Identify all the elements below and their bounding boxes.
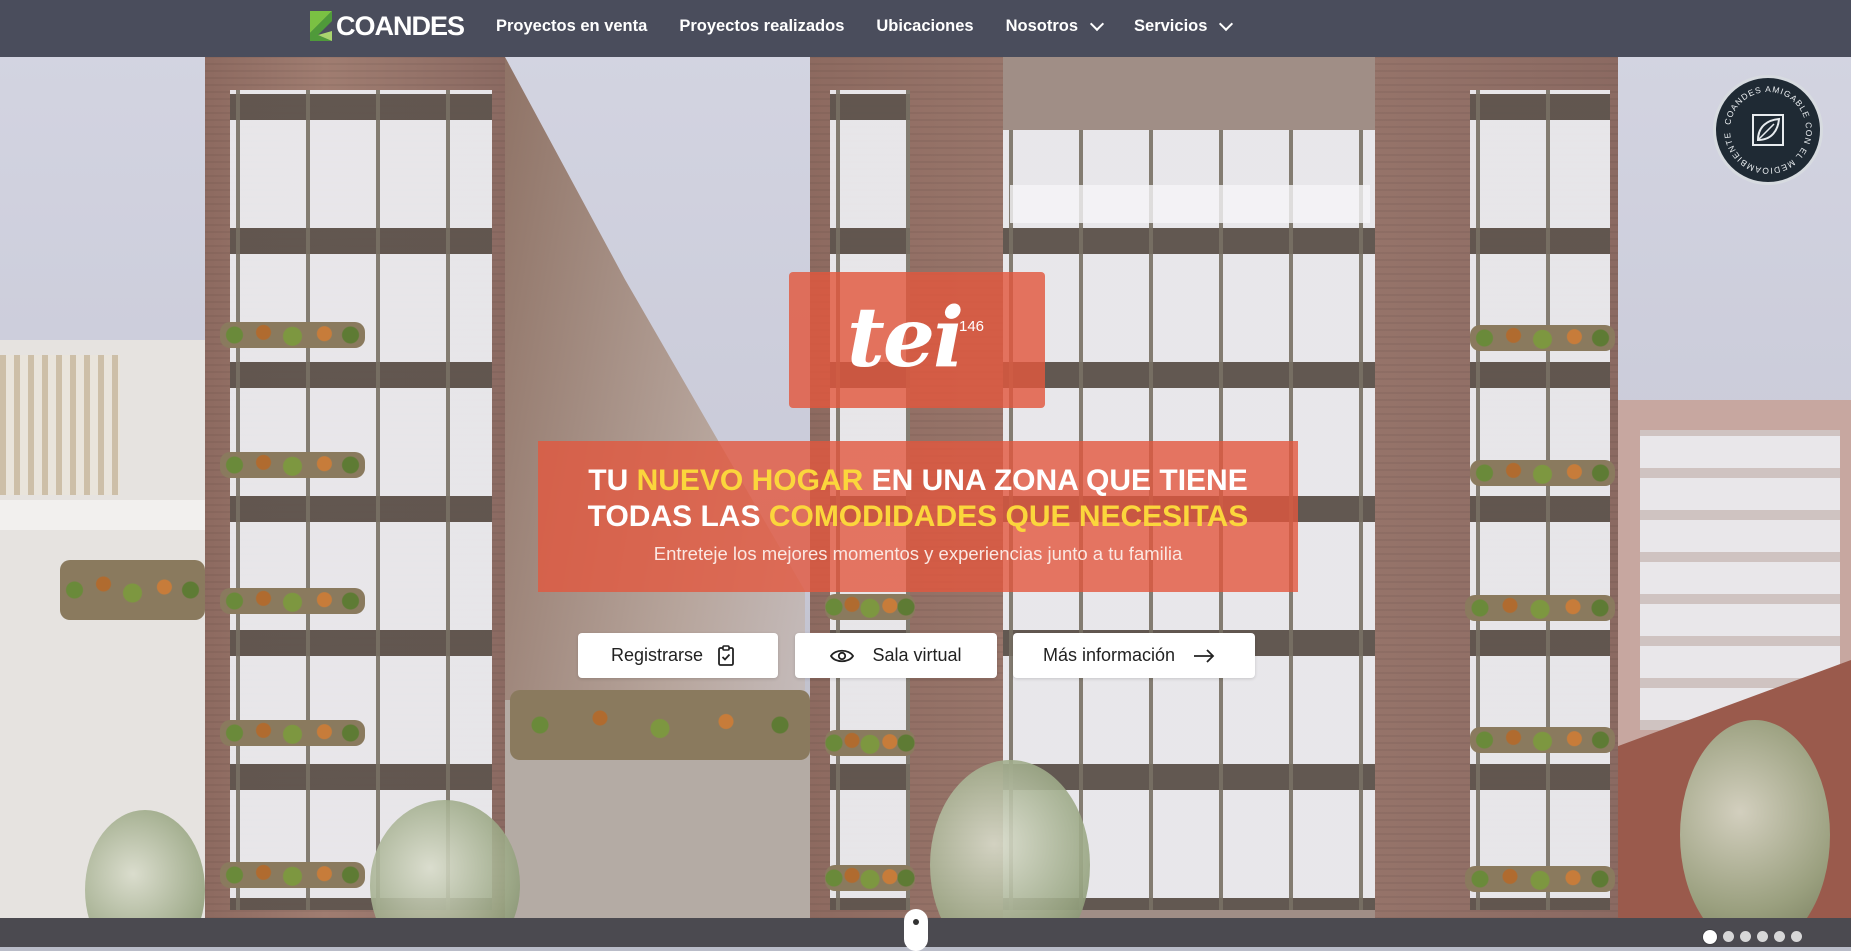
eye-icon (830, 648, 855, 664)
virtual-room-button[interactable]: Sala virtual (795, 633, 997, 678)
brand-name: COANDES (336, 10, 465, 41)
nav-item-nosotros[interactable]: Nosotros (1005, 16, 1105, 36)
carousel-dot[interactable] (1774, 931, 1785, 942)
more-info-label: Más información (1042, 645, 1176, 665)
carousel-dot[interactable] (1740, 931, 1751, 942)
nav-item-proyectos-realizados[interactable]: Proyectos realizados (679, 17, 844, 36)
chevron-down-icon (1219, 16, 1234, 31)
leaf-icon (1752, 114, 1784, 146)
coandes-logo[interactable]: COANDES (308, 8, 465, 44)
headline-line-1: TU NUEVO HOGAR EN UNA ZONA QUE TIENE (538, 463, 1298, 499)
nav-item-servicios[interactable]: Servicios (1134, 16, 1234, 36)
chevron-down-icon (1089, 16, 1105, 31)
headline-text: TODAS LAS (587, 500, 769, 533)
hero-subtitle: Entreteje los mejores momentos y experie… (653, 543, 1183, 564)
nav-item-label: Nosotros (1005, 16, 1079, 35)
carousel-dot[interactable] (1757, 931, 1768, 942)
nav-item-label: Proyectos en venta (496, 16, 648, 35)
headline-text: EN UNA ZONA QUE TIENE (863, 464, 1248, 497)
more-info-button[interactable]: Más información (1013, 633, 1255, 678)
hero-headline-box: TU NUEVO HOGAR EN UNA ZONA QUE TIENE TOD… (538, 441, 1298, 592)
register-label: Registrarse (610, 645, 704, 665)
mouse-scroll-icon (913, 919, 919, 925)
carousel-dot[interactable] (1703, 930, 1717, 944)
main-menu: Proyectos en venta Proyectos realizados … (496, 0, 1263, 52)
nav-item-proyectos-en-venta[interactable]: Proyectos en venta (496, 17, 647, 36)
clipboard-check-icon (717, 644, 735, 667)
headline-highlight: NUEVO HOGAR (636, 464, 864, 497)
eco-friendly-badge[interactable]: COANDES AMIGABLE CON EL MEDIOAMBIENTE (1713, 75, 1823, 185)
project-name: tei (847, 290, 964, 386)
headline-text: TU (588, 464, 637, 497)
virtual-room-label: Sala virtual (872, 645, 962, 665)
carousel-dot[interactable] (1791, 931, 1802, 942)
nav-item-ubicaciones[interactable]: Ubicaciones (876, 17, 973, 36)
scroll-down-indicator[interactable] (904, 909, 928, 951)
project-number: 146 (959, 318, 985, 335)
carousel-pagination (1703, 930, 1802, 944)
nav-item-label: Ubicaciones (876, 16, 974, 35)
arrow-right-icon (1193, 648, 1215, 663)
coandes-logo-icon (308, 9, 334, 43)
register-button[interactable]: Registrarse (578, 633, 778, 678)
top-navigation-bar: COANDES Proyectos en venta Proyectos rea… (0, 0, 1851, 57)
carousel-dot[interactable] (1723, 931, 1734, 942)
project-logo-box: tei 146 (789, 272, 1045, 408)
nav-item-label: Servicios (1134, 16, 1208, 35)
headline-highlight: COMODIDADES QUE NECESITAS (768, 500, 1249, 533)
headline-line-2: TODAS LAS COMODIDADES QUE NECESITAS (538, 499, 1298, 535)
nav-item-label: Proyectos realizados (679, 16, 845, 35)
